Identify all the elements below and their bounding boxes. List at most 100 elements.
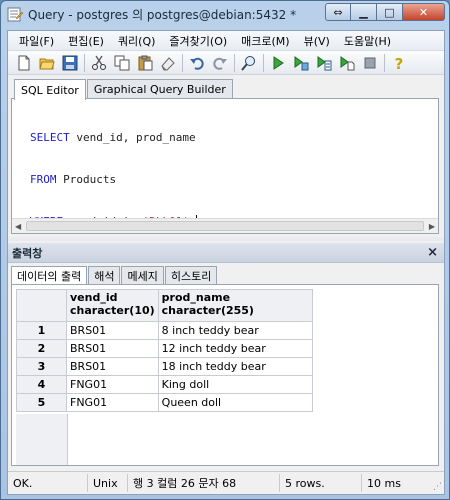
paste-icon[interactable] — [135, 53, 155, 73]
results-grid[interactable]: vend_id character(10) prod_name characte… — [11, 284, 439, 466]
menu-favourites[interactable]: 즐겨찾기(O) — [162, 33, 234, 49]
execute-pgscript-icon[interactable] — [314, 53, 334, 73]
status-row-count: 5 rows. — [280, 474, 362, 492]
toolbar-separator — [234, 53, 235, 72]
find-icon[interactable] — [239, 53, 259, 73]
help-icon[interactable]: ? — [389, 53, 409, 73]
tab-messages[interactable]: 메세지 — [121, 266, 164, 285]
editor-tabs: SQL Editor Graphical Query Builder — [14, 79, 233, 100]
output-tabs: 데이터의 출력 해석 메세지 히스토리 — [11, 266, 218, 285]
tab-sql-editor[interactable]: SQL Editor — [14, 79, 86, 100]
pane-splitter[interactable] — [8, 237, 444, 241]
grid-corner[interactable] — [16, 289, 67, 322]
cell-prod-name[interactable]: 12 inch teddy bear — [157, 339, 313, 358]
window-controls: ⇔ ▁ □ ✕ — [325, 3, 445, 21]
svg-text:?: ? — [395, 55, 404, 71]
save-icon[interactable] — [60, 53, 80, 73]
sql-keyword: SELECT — [30, 131, 70, 144]
row-number[interactable]: 3 — [16, 357, 67, 376]
redo-icon[interactable] — [210, 53, 230, 73]
menu-macros[interactable]: 매크로(M) — [234, 33, 296, 49]
status-exec-time: 10 ms — [367, 476, 401, 490]
client-area: 파일(F) 편집(E) 쿼리(Q) 즐겨찾기(O) 매크로(M) 뷰(V) 도움… — [7, 30, 445, 495]
table-row[interactable]: 5 FNG01 Queen doll — [16, 393, 313, 412]
toolbar-separator — [384, 53, 385, 72]
row-number[interactable]: 1 — [16, 321, 67, 340]
query-window: Query - postgres 의 postgres@debian:5432 … — [0, 0, 450, 500]
copy-icon[interactable] — [112, 53, 132, 73]
toolbar-separator — [263, 53, 264, 72]
title-bar[interactable]: Query - postgres 의 postgres@debian:5432 … — [1, 1, 449, 27]
cell-vend-id[interactable]: BRS01 — [66, 357, 159, 376]
status-line-ending: Unix — [88, 474, 128, 492]
toolbar-separator — [84, 53, 85, 72]
status-bar: OK. Unix 행 3 컬럼 26 문자 68 5 rows. 10 ms ⋰ — [8, 471, 444, 494]
window-title: Query - postgres 의 postgres@debian:5432 … — [28, 7, 297, 22]
menu-help[interactable]: 도움말(H) — [337, 33, 398, 49]
sql-editor[interactable]: SELECT vend_id, prod_name FROM Products … — [11, 98, 439, 234]
maximize-button[interactable]: □ — [377, 3, 403, 21]
scroll-right-icon[interactable]: ▶ — [429, 222, 435, 231]
table-row[interactable]: 3 BRS01 18 inch teddy bear — [16, 357, 313, 376]
menu-edit[interactable]: 편집(E) — [61, 33, 111, 49]
execute-icon[interactable] — [268, 53, 288, 73]
cut-icon[interactable] — [89, 53, 109, 73]
explain-icon[interactable] — [291, 53, 311, 73]
cell-prod-name[interactable]: 8 inch teddy bear — [157, 321, 313, 340]
scroll-thumb[interactable] — [26, 221, 424, 231]
horizontal-scrollbar[interactable]: ◀ ▶ — [12, 218, 438, 233]
cancel-icon[interactable] — [360, 53, 380, 73]
column-name: prod_name — [161, 291, 231, 304]
cell-vend-id[interactable]: BRS01 — [66, 321, 159, 340]
tab-explain[interactable]: 해석 — [88, 266, 121, 285]
clear-icon[interactable] — [158, 53, 178, 73]
column-header-vend-id[interactable]: vend_id character(10) — [66, 289, 159, 322]
restore-button[interactable]: ⇔ — [325, 3, 351, 21]
resize-grip-icon[interactable]: ⋰ — [433, 482, 442, 492]
new-file-icon[interactable] — [14, 53, 34, 73]
minimize-button[interactable]: ▁ — [351, 3, 377, 21]
scroll-left-icon[interactable]: ◀ — [15, 222, 21, 231]
status-state: OK. — [8, 474, 88, 492]
code-line: SELECT vend_id, prod_name — [30, 131, 197, 145]
execute-to-file-icon[interactable] — [337, 53, 357, 73]
menu-bar: 파일(F) 편집(E) 쿼리(Q) 즐겨찾기(O) 매크로(M) 뷰(V) 도움… — [8, 31, 444, 51]
sql-text: vend_id, prod_name — [69, 131, 196, 144]
open-folder-icon[interactable] — [37, 53, 57, 73]
sql-code[interactable]: SELECT vend_id, prod_name FROM Products … — [30, 103, 197, 257]
cell-vend-id[interactable]: FNG01 — [66, 393, 159, 412]
table-row[interactable]: 4 FNG01 King doll — [16, 375, 313, 394]
status-cursor-position: 행 3 컬럼 26 문자 68 — [128, 474, 280, 492]
column-header-prod-name[interactable]: prod_name character(255) — [157, 289, 313, 322]
table-row[interactable]: 2 BRS01 12 inch teddy bear — [16, 339, 313, 358]
menu-query[interactable]: 쿼리(Q) — [111, 33, 162, 49]
column-type: character(10) — [70, 304, 155, 317]
tab-history[interactable]: 히스토리 — [164, 266, 218, 285]
query-tool-icon — [7, 7, 23, 22]
menu-view[interactable]: 뷰(V) — [297, 33, 337, 49]
code-line: FROM Products — [30, 173, 197, 187]
header-row: vend_id character(10) prod_name characte… — [16, 289, 313, 322]
row-number[interactable]: 5 — [16, 393, 67, 412]
cell-prod-name[interactable]: King doll — [157, 375, 313, 394]
menu-file[interactable]: 파일(F) — [12, 33, 61, 49]
tab-graphical-query-builder[interactable]: Graphical Query Builder — [86, 79, 233, 99]
cell-prod-name[interactable]: 18 inch teddy bear — [157, 357, 313, 376]
row-number[interactable]: 4 — [16, 375, 67, 394]
row-number[interactable]: 2 — [16, 339, 67, 358]
table-row[interactable]: 1 BRS01 8 inch teddy bear — [16, 321, 313, 340]
close-output-icon[interactable]: × — [427, 245, 438, 260]
undo-icon[interactable] — [187, 53, 207, 73]
sql-keyword: FROM — [30, 173, 57, 186]
tab-data-output[interactable]: 데이터의 출력 — [11, 266, 88, 285]
cell-vend-id[interactable]: FNG01 — [66, 375, 159, 394]
output-pane-title: 출력창 — [12, 246, 43, 260]
sql-text: Products — [56, 173, 117, 186]
cell-vend-id[interactable]: BRS01 — [66, 339, 159, 358]
output-pane-header: 출력창 × — [8, 243, 444, 263]
close-button[interactable]: ✕ — [403, 3, 445, 21]
cell-prod-name[interactable]: Queen doll — [157, 393, 313, 412]
row-header-fill — [16, 414, 68, 465]
toolbar: ? — [8, 51, 444, 75]
toolbar-separator — [182, 53, 183, 72]
